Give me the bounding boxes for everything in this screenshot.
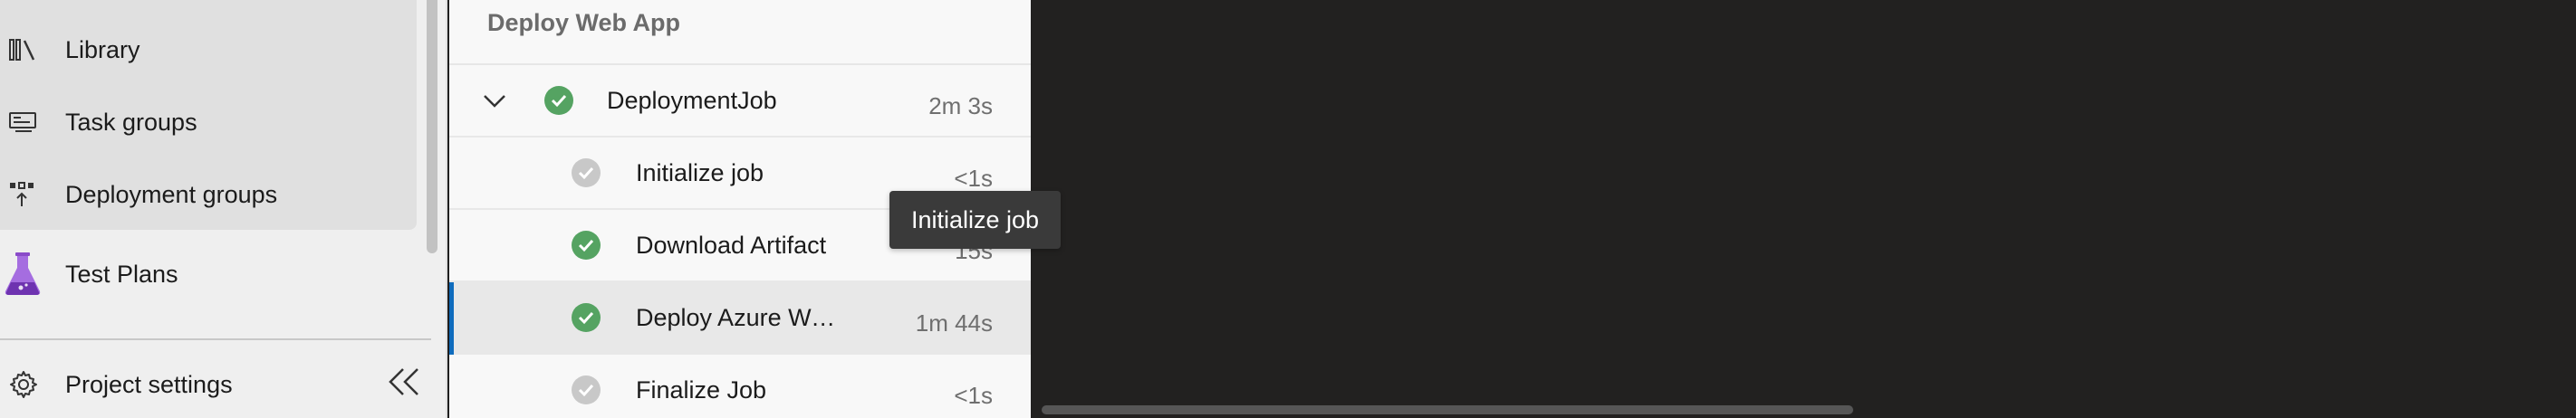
step-duration: <1s [954, 382, 993, 409]
horizontal-scrollbar[interactable] [1042, 405, 1853, 414]
selection-indicator [449, 282, 454, 355]
library-icon [7, 33, 40, 66]
project-sidebar: Library Task groups Deployment groups Te… [0, 0, 447, 418]
log-output-pane[interactable] [1031, 0, 2576, 418]
pipeline-run-view: Library Task groups Deployment groups Te… [0, 0, 2576, 418]
sidebar-item-label: Library [65, 35, 140, 63]
task-groups-icon [7, 106, 40, 138]
step-name: Download Artifact [636, 232, 827, 259]
step-duration: 1m 44s [915, 309, 993, 337]
sidebar-item-label: Project settings [65, 370, 233, 398]
collapse-sidebar-button[interactable] [384, 364, 424, 404]
sidebar-item-test-plans[interactable]: Test Plans [0, 238, 417, 310]
neutral-check-icon [571, 157, 601, 188]
sidebar-divider [0, 338, 431, 340]
step-duration: <1s [954, 165, 993, 192]
stage-title: Deploy Web App [487, 9, 681, 36]
sidebar-scrollbar[interactable] [427, 0, 437, 253]
sidebar-item-task-groups[interactable]: Task groups [0, 86, 417, 158]
sidebar-item-label: Deployment groups [65, 180, 278, 208]
sidebar-item-library[interactable]: Library [0, 14, 417, 86]
test-plans-icon [2, 252, 43, 297]
step-name: Deploy Azure Web App [636, 304, 846, 331]
step-row-selected[interactable]: Deploy Azure Web App 1m 44s [449, 282, 1031, 355]
job-duration: 2m 3s [928, 92, 993, 119]
job-row[interactable]: DeploymentJob 2m 3s [449, 65, 1031, 138]
sidebar-item-label: Test Plans [65, 260, 178, 288]
job-name: DeploymentJob [607, 87, 777, 114]
chevron-down-icon[interactable] [482, 89, 507, 114]
gear-icon [7, 368, 40, 401]
step-name: Initialize job [636, 159, 764, 186]
step-row[interactable]: Finalize Job <1s [449, 355, 1031, 418]
success-check-icon [543, 85, 574, 116]
success-check-icon [571, 230, 601, 261]
success-check-icon [571, 302, 601, 333]
stage-header: Deploy Web App [449, 0, 1031, 65]
step-tooltip: Initialize job [889, 191, 1062, 249]
deployment-groups-icon [7, 178, 40, 211]
sidebar-item-label: Task groups [65, 108, 197, 136]
neutral-check-icon [571, 375, 601, 405]
sidebar-item-deployment-groups[interactable]: Deployment groups [0, 158, 417, 231]
double-chevron-left-icon [388, 367, 420, 401]
step-name: Finalize Job [636, 376, 767, 404]
pipelines-subnav: Library Task groups Deployment groups [0, 0, 417, 230]
project-settings-link[interactable]: Project settings [0, 348, 417, 418]
